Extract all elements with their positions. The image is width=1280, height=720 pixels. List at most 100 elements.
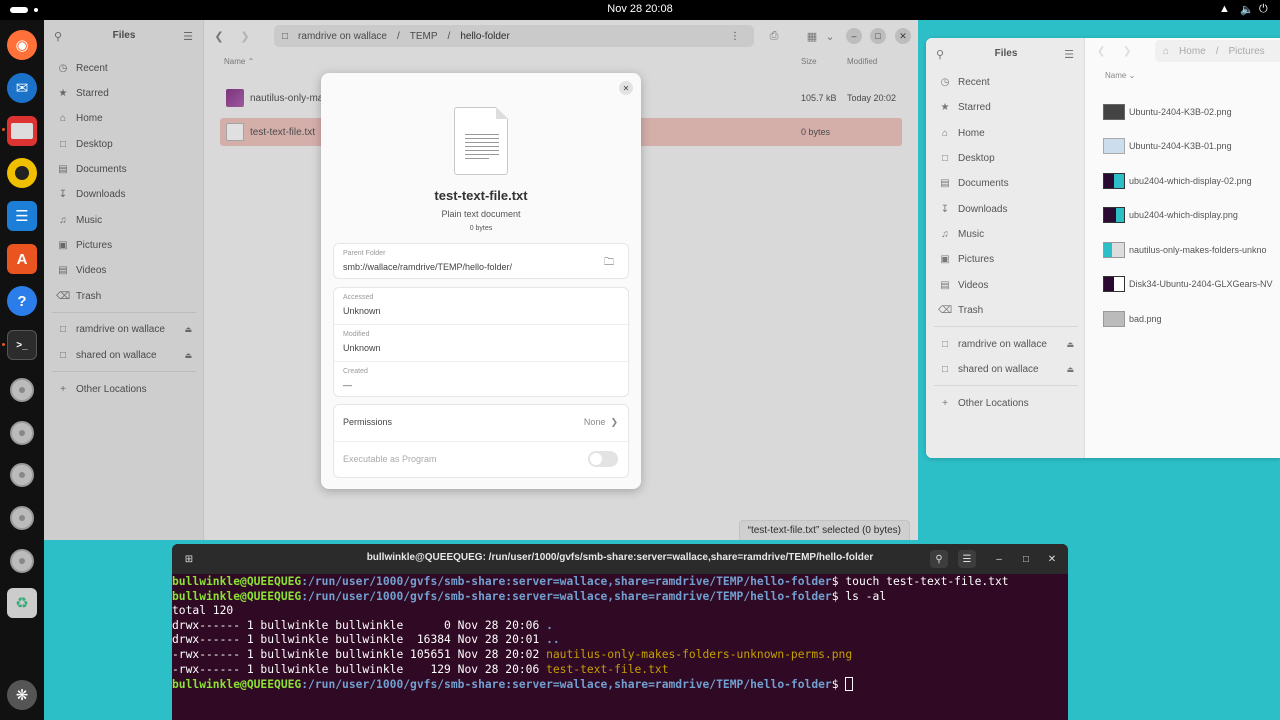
breadcrumb-item[interactable]: Home <box>1179 46 1206 57</box>
network-icon[interactable]: ▲ <box>1219 3 1230 15</box>
properties-dialog: ✕ test-text-file.txt Plain text document… <box>321 73 641 489</box>
top-bar: Nov 28 20:08 ▲ 🔈 ⏻ <box>0 0 1280 20</box>
list-item[interactable]: ubu2404-which-display.png <box>1103 204 1280 226</box>
files-icon[interactable] <box>7 116 37 146</box>
forward-icon[interactable]: ❯ <box>1123 46 1131 57</box>
home-icon: ⌂ <box>1163 45 1170 57</box>
list-item[interactable]: Disk34-Ubuntu-2404-GLXGears-NV <box>1103 273 1280 295</box>
download-icon: ↧ <box>940 203 950 215</box>
image-thumbnail <box>1103 173 1125 189</box>
sidebar-item-desktop[interactable]: □ Desktop <box>938 147 1078 169</box>
star-icon: ★ <box>940 101 950 113</box>
trash-icon[interactable]: ♻ <box>7 588 37 618</box>
file-name: test-text-file.txt <box>434 188 528 203</box>
eject-icon[interactable]: ⏏ <box>1066 365 1074 374</box>
terminal-line: bullwinkle@QUEEQUEG:/run/user/1000/gvfs/… <box>172 677 1068 693</box>
workspace-dot[interactable] <box>34 8 38 12</box>
dock: ◉ ✉ ☰ A ? >_ ♻ ❋ <box>0 20 44 720</box>
network-folder-icon: □ <box>941 363 949 375</box>
executable-toggle[interactable] <box>588 451 618 467</box>
workspace-indicator[interactable] <box>10 7 28 13</box>
image-thumbnail <box>1103 311 1125 327</box>
terminal-icon[interactable]: >_ <box>7 330 37 360</box>
breadcrumb[interactable]: ⌂ Home / Pictures <box>1155 40 1280 62</box>
list-item[interactable]: nautilus-only-makes-folders-unkno <box>1103 239 1280 261</box>
disc-icon[interactable] <box>7 546 37 576</box>
thunderbird-icon[interactable]: ✉ <box>7 73 37 103</box>
rhythmbox-icon[interactable] <box>7 158 37 188</box>
created-value: — <box>343 380 352 390</box>
menu-icon[interactable]: ☰ <box>1064 48 1074 61</box>
volume-icon[interactable]: 🔈 <box>1240 3 1254 16</box>
terminal-line: bullwinkle@QUEEQUEG:/run/user/1000/gvfs/… <box>172 575 1009 588</box>
sidebar-item-documents[interactable]: ▤ Documents <box>938 172 1078 194</box>
open-folder-icon[interactable]: 🗀 <box>604 255 614 272</box>
app-center-icon[interactable]: A <box>7 244 37 274</box>
back-icon[interactable]: ❮ <box>1097 46 1105 57</box>
disc-icon[interactable] <box>7 503 37 533</box>
close-button[interactable]: ✕ <box>1043 550 1061 568</box>
minimize-button[interactable]: – <box>990 550 1008 568</box>
list-item[interactable]: Ubuntu-2404-K3B-01.png <box>1103 135 1280 157</box>
desktop-icon: □ <box>941 152 949 164</box>
files-window-right: ⚲ Files ☰ ◷ Recent ★ Starred ⌂ Home □ Deskto… <box>926 38 1280 458</box>
terminal-line: -rwx------ 1 bullwinkle bullwinkle 129 N… <box>172 662 669 676</box>
show-apps-icon[interactable]: ❋ <box>7 680 37 710</box>
sidebar-item-music[interactable]: ♫ Music <box>938 223 1078 245</box>
help-icon[interactable]: ? <box>7 286 37 316</box>
firefox-icon[interactable]: ◉ <box>7 30 37 60</box>
sidebar-item-starred[interactable]: ★ Starred <box>938 96 1078 118</box>
network-folder-icon: □ <box>941 338 949 350</box>
sidebar-item-trash[interactable]: ⌫ Trash <box>938 299 1078 321</box>
list-item[interactable]: ubu2404-which-display-02.png <box>1103 170 1280 192</box>
parent-folder-path: smb://wallace/ramdrive/TEMP/hello-folder… <box>343 262 513 272</box>
permissions-card: Permissions None ❯ Executable as Program <box>333 404 630 478</box>
disc-icon[interactable] <box>7 418 37 448</box>
terminal-line: drwx------ 1 bullwinkle bullwinkle 16384… <box>172 633 560 647</box>
timestamps-card: Accessed Unknown Modified Unknown Create… <box>333 287 630 397</box>
text-file-icon <box>454 107 508 175</box>
terminal-output[interactable]: bullwinkle@QUEEQUEG:/run/user/1000/gvfs/… <box>172 575 1068 720</box>
writer-icon[interactable]: ☰ <box>7 201 37 231</box>
terminal-line: bullwinkle@QUEEQUEG:/run/user/1000/gvfs/… <box>172 589 887 603</box>
close-button[interactable]: ✕ <box>619 81 633 95</box>
maximize-button[interactable]: □ <box>1017 550 1035 568</box>
disc-icon[interactable] <box>7 460 37 490</box>
image-thumbnail <box>1103 138 1125 154</box>
document-icon: ▤ <box>940 177 950 189</box>
menu-icon[interactable]: ☰ <box>958 550 976 568</box>
sidebar-item-videos[interactable]: ▤ Videos <box>938 274 1078 296</box>
column-header-name[interactable]: Name ⌄ <box>1105 71 1135 80</box>
accessed-value: Unknown <box>343 306 381 316</box>
sidebar-item-downloads[interactable]: ↧ Downloads <box>938 198 1078 220</box>
video-icon: ▤ <box>940 279 950 291</box>
sidebar-item-recent[interactable]: ◷ Recent <box>938 71 1078 93</box>
clock[interactable]: Nov 28 20:08 <box>580 3 700 15</box>
parent-folder-card[interactable]: Parent Folder smb://wallace/ramdrive/TEM… <box>333 243 629 279</box>
file-type: Plain text document <box>441 209 521 219</box>
divider <box>934 326 1078 327</box>
music-icon: ♫ <box>941 228 949 240</box>
search-icon[interactable]: ⚲ <box>930 550 948 568</box>
sidebar-item-home[interactable]: ⌂ Home <box>938 122 1078 144</box>
list-item[interactable]: bad.png <box>1103 308 1280 330</box>
disc-icon[interactable] <box>7 375 37 405</box>
executable-label: Executable as Program <box>343 454 437 464</box>
sidebar-item-other-locations[interactable]: + Other Locations <box>938 392 1078 414</box>
image-thumbnail <box>1103 276 1125 292</box>
sidebar-item-pictures[interactable]: ▣ Pictures <box>938 248 1078 270</box>
trash-icon: ⌫ <box>938 304 953 316</box>
home-icon: ⌂ <box>941 127 949 139</box>
permissions-row[interactable]: Permissions None ❯ <box>334 405 630 441</box>
image-thumbnail <box>1103 207 1125 223</box>
sidebar-item-shared[interactable]: □ shared on wallace ⏏ <box>938 358 1078 380</box>
terminal-line: drwx------ 1 bullwinkle bullwinkle 0 Nov… <box>172 618 553 632</box>
power-icon[interactable]: ⏻ <box>1259 3 1268 16</box>
permissions-value: None <box>583 417 606 427</box>
list-item[interactable]: Ubuntu-2404-K3B-02.png <box>1103 101 1280 123</box>
sidebar-item-ramdrive[interactable]: □ ramdrive on wallace ⏏ <box>938 333 1078 355</box>
image-thumbnail <box>1103 242 1125 258</box>
parent-folder-label: Parent Folder <box>343 250 386 257</box>
eject-icon[interactable]: ⏏ <box>1066 340 1074 349</box>
breadcrumb-item[interactable]: Pictures <box>1229 46 1265 57</box>
